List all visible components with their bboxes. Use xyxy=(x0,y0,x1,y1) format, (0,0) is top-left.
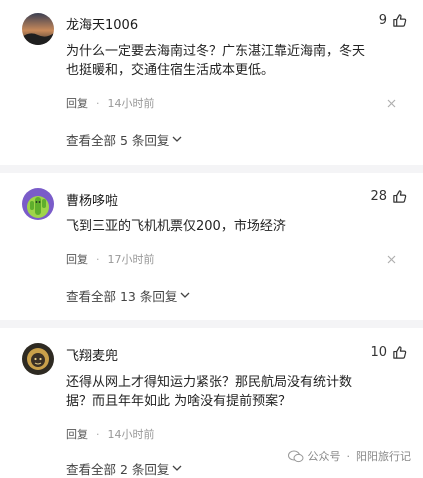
comment-text: 飞到三亚的飞机机票仅200，市场经济 xyxy=(66,217,406,236)
reply-button[interactable]: 回复 xyxy=(66,426,88,442)
reply-button[interactable]: 回复 xyxy=(66,95,88,111)
dot-separator: · xyxy=(96,427,100,441)
view-all-replies[interactable]: 查看全部 2 条回复 xyxy=(66,459,182,478)
dot-separator: · xyxy=(346,449,351,463)
dot-separator: · xyxy=(96,96,100,110)
comment-text-line: 据？而且年年如此 为啥没有提前预案？ xyxy=(66,394,292,409)
thumbs-up-icon[interactable] xyxy=(392,189,407,204)
like-count: 10 xyxy=(370,345,387,360)
like-count: 28 xyxy=(370,189,387,204)
separator xyxy=(0,320,423,328)
comments-page: 龙海天1006 9 为什么一定要去海南过冬？广东湛江靠近海南，冬天 也挺暖和，交… xyxy=(0,0,423,478)
watermark-source: 公众号 xyxy=(307,450,341,463)
avatar[interactable] xyxy=(22,188,54,220)
reply-button[interactable]: 回复 xyxy=(66,251,88,267)
thumbs-up-icon[interactable] xyxy=(392,345,407,360)
close-icon[interactable] xyxy=(387,99,396,108)
comment-text: 还得从网上才得知运力紧张？那民航局没有统计数 据？而且年年如此 为啥没有提前预案… xyxy=(66,373,406,411)
view-all-label: 查看全部 13 条回复 xyxy=(66,289,178,304)
view-all-label: 查看全部 5 条回复 xyxy=(66,133,170,148)
chevron-down-icon xyxy=(180,292,190,299)
like-button[interactable]: 28 xyxy=(370,189,407,204)
comment-text-line: 飞到三亚的飞机机票仅200，市场经济 xyxy=(66,219,286,234)
chevron-down-icon xyxy=(172,465,182,472)
username[interactable]: 飞翔麦兜 xyxy=(66,345,118,364)
like-button[interactable]: 10 xyxy=(370,345,407,360)
watermark: 公众号 · 阳阳旅行记 xyxy=(287,448,411,464)
view-all-label: 查看全部 2 条回复 xyxy=(66,462,170,477)
username[interactable]: 龙海天1006 xyxy=(66,14,138,33)
timestamp: 17小时前 xyxy=(107,253,155,266)
comment-text: 为什么一定要去海南过冬？广东湛江靠近海南，冬天 也挺暖和，交通住宿生活成本更低。 xyxy=(66,42,406,80)
wechat-icon xyxy=(287,450,308,463)
timestamp: 14小时前 xyxy=(107,97,155,110)
dot-separator: · xyxy=(96,252,100,266)
avatar[interactable] xyxy=(22,343,54,375)
reply-row: 回复 · 14小时前 xyxy=(66,95,155,111)
chevron-down-icon xyxy=(172,136,182,143)
like-button[interactable]: 9 xyxy=(379,13,407,28)
reply-row: 回复 · 14小时前 xyxy=(66,426,155,442)
comment-text-line: 还得从网上才得知运力紧张？那民航局没有统计数 xyxy=(66,375,353,390)
view-all-replies[interactable]: 查看全部 5 条回复 xyxy=(66,130,182,149)
separator xyxy=(0,165,423,173)
close-icon[interactable] xyxy=(387,255,396,264)
username[interactable]: 曹杨哆啦 xyxy=(66,190,118,209)
avatar[interactable] xyxy=(22,13,54,45)
reply-row: 回复 · 17小时前 xyxy=(66,251,155,267)
thumbs-up-icon[interactable] xyxy=(392,13,407,28)
like-count: 9 xyxy=(378,13,387,28)
timestamp: 14小时前 xyxy=(107,428,155,441)
comment-text-line: 也挺暖和，交通住宿生活成本更低。 xyxy=(66,63,275,78)
comment-text-line: 为什么一定要去海南过冬？广东湛江靠近海南，冬天 xyxy=(66,44,366,59)
watermark-author: 阳阳旅行记 xyxy=(356,450,411,463)
view-all-replies[interactable]: 查看全部 13 条回复 xyxy=(66,286,190,305)
